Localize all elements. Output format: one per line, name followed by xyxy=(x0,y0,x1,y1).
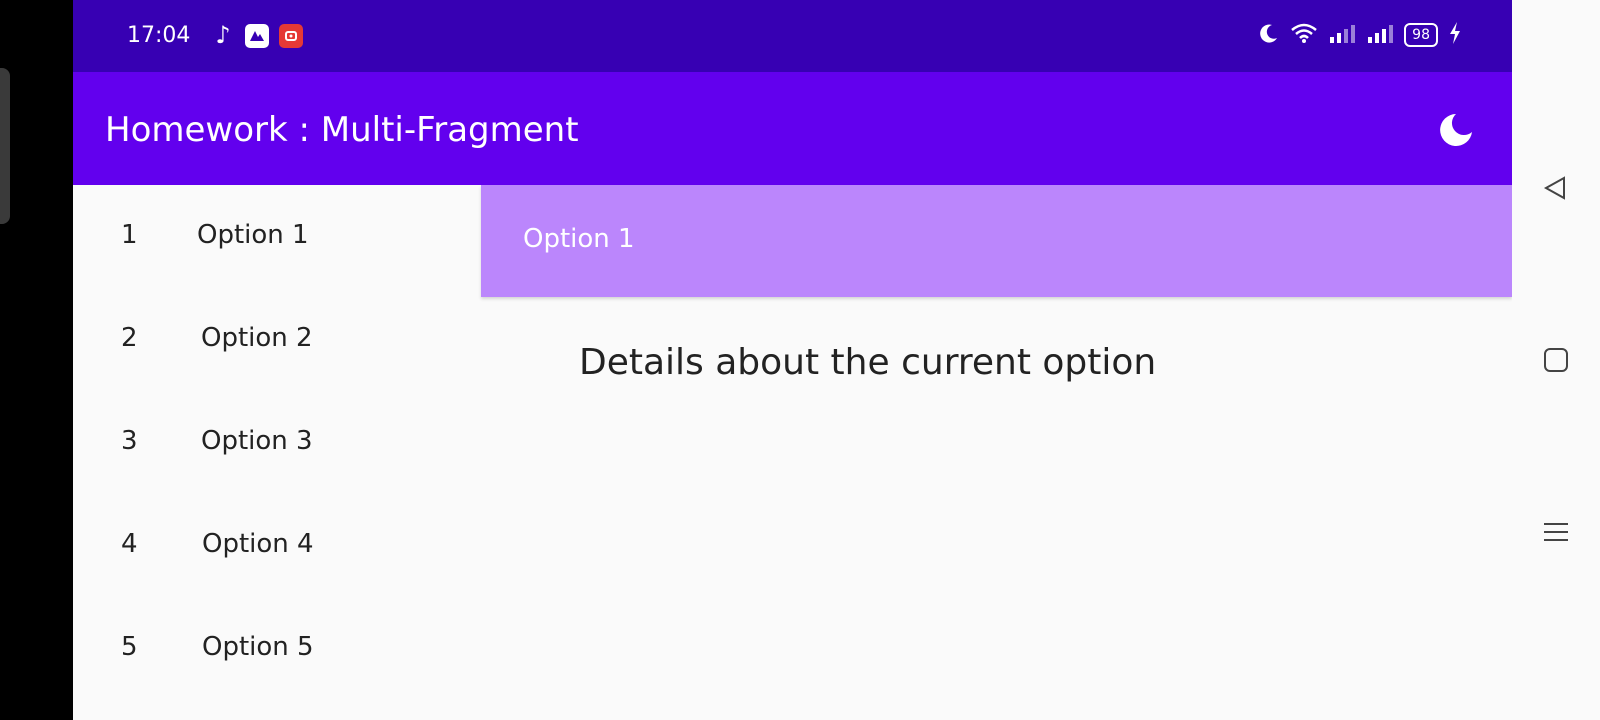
menu-icon[interactable] xyxy=(1538,514,1574,550)
list-item[interactable]: 3 Option 3 xyxy=(73,391,481,494)
list-item-label: Option 3 xyxy=(201,426,313,456)
gallery-app-icon xyxy=(245,24,269,48)
signal-1-icon xyxy=(1328,23,1356,47)
night-mode-icon[interactable] xyxy=(1436,110,1476,150)
detail-description: Details about the current option xyxy=(579,342,1157,383)
music-note-icon: ♪ xyxy=(215,21,231,49)
list-item[interactable]: 5 Option 5 xyxy=(73,597,481,700)
app-toolbar: Homework : Multi-Fragment xyxy=(73,72,1512,185)
list-item-label: Option 4 xyxy=(202,529,314,559)
do-not-disturb-icon xyxy=(1258,22,1280,48)
toolbar-title: Homework : Multi-Fragment xyxy=(105,110,579,150)
status-time: 17:04 xyxy=(127,23,191,48)
list-item-label: Option 1 xyxy=(197,220,309,250)
charging-icon xyxy=(1448,22,1462,48)
list-item-number: 1 xyxy=(121,220,138,250)
list-item-number: 4 xyxy=(121,529,138,559)
battery-indicator: 98 xyxy=(1404,23,1438,47)
list-item[interactable]: 2 Option 2 xyxy=(73,288,481,391)
home-icon[interactable] xyxy=(1538,342,1574,378)
app-screen: 17:04 ♪ 98 Homework: Multi-Fragment 1 O… xyxy=(73,0,1512,720)
screen-recorder-icon xyxy=(279,24,303,48)
list-item[interactable]: 4 Option 4 xyxy=(73,494,481,597)
wifi-icon xyxy=(1290,22,1318,48)
back-icon[interactable] xyxy=(1538,170,1574,206)
status-bar: 17:04 ♪ 98 xyxy=(73,0,1512,72)
list-item-label: Option 5 xyxy=(202,632,314,662)
signal-2-icon xyxy=(1366,23,1394,47)
list-item-number: 2 xyxy=(121,323,138,353)
list-item-number: 5 xyxy=(121,632,138,662)
option-list: 1 Option 1 2 Option 2 3 Option 3 4 Optio… xyxy=(73,185,481,720)
status-right-icons: 98 xyxy=(1258,22,1462,48)
detail-header: Option 1 xyxy=(481,185,1512,297)
list-item[interactable]: 1 Option 1 xyxy=(73,185,481,288)
detail-pane: Option 1 Details about the current optio… xyxy=(481,185,1512,720)
list-item-label: Option 2 xyxy=(201,323,313,353)
side-handle xyxy=(0,68,10,224)
battery-level: 98 xyxy=(1412,27,1430,43)
list-item-number: 3 xyxy=(121,426,138,456)
navigation-bar xyxy=(1512,0,1600,720)
detail-header-title: Option 1 xyxy=(523,224,635,254)
device-bezel xyxy=(0,0,73,720)
